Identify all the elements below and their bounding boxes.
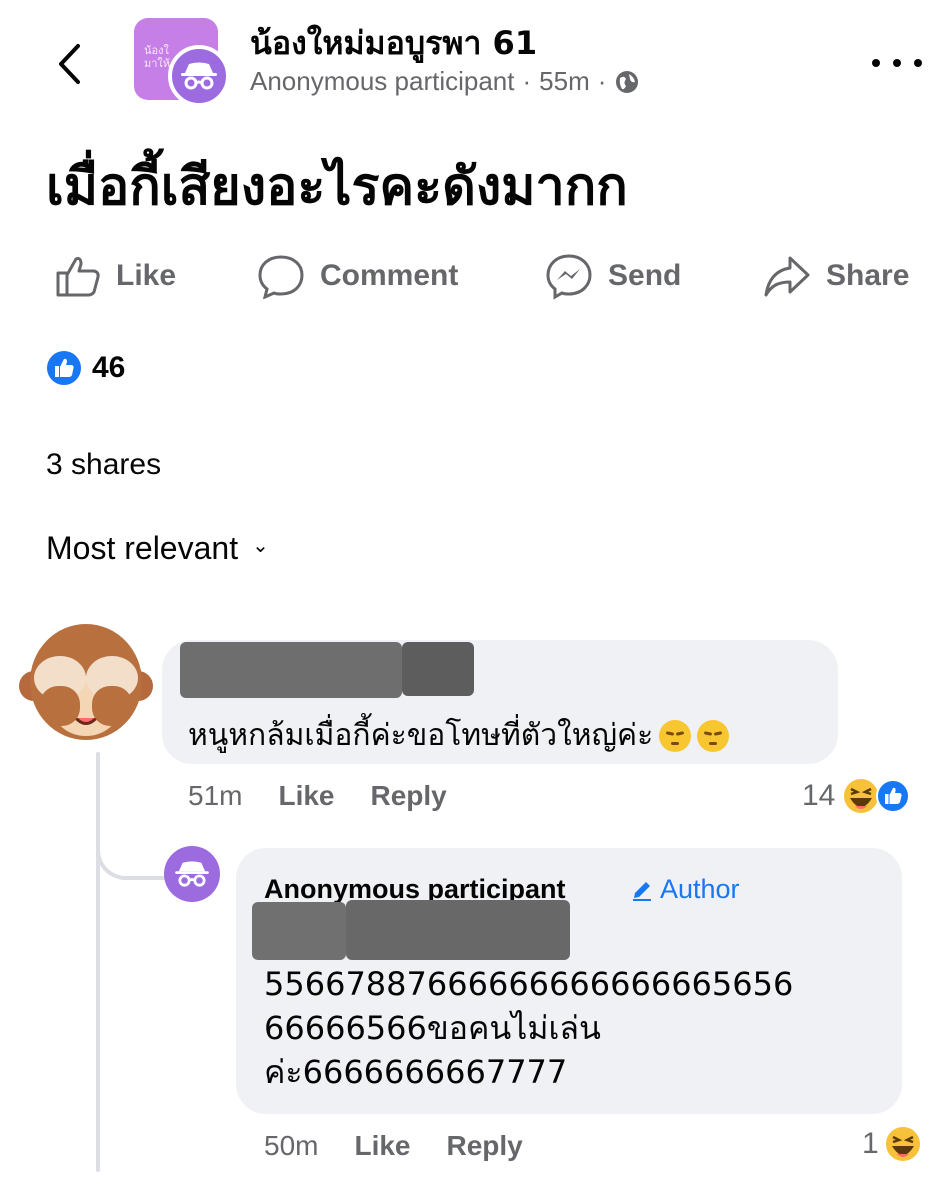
more-dot-icon (872, 59, 880, 67)
comment-text-row: หนูหกล้มเมื่อกี้ค่ะขอโทษที่ตัวใหญ่ค่ะ (188, 712, 730, 759)
back-button[interactable] (46, 34, 92, 94)
group-name[interactable]: น้องใหม่มอบูรพา 61 (250, 18, 537, 69)
more-dot-icon (893, 59, 901, 67)
reply-text-line: ค่ะ6666666667777 (264, 1053, 568, 1091)
share-count[interactable]: 3 shares (46, 448, 161, 482)
more-dot-icon (914, 59, 922, 67)
reply-author-avatar[interactable] (164, 846, 220, 902)
pencil-icon (633, 881, 651, 901)
pensive-face-icon (659, 719, 692, 752)
redacted-text-box (346, 900, 570, 960)
comment-label: Comment (320, 259, 459, 292)
like-button[interactable]: Like (54, 248, 176, 304)
redacted-name-box (180, 642, 402, 698)
pensive-face-icon (697, 719, 730, 752)
redacted-name-box (402, 642, 474, 696)
share-button[interactable]: Share (762, 248, 909, 304)
comment-sort-dropdown[interactable]: Most relevant ⌄ (46, 530, 269, 567)
anonymous-avatar[interactable] (168, 45, 230, 107)
reply-reaction-count: 1 (862, 1127, 879, 1160)
comment-time[interactable]: 51m (188, 780, 242, 812)
like-reaction-icon (876, 779, 911, 813)
send-label: Send (608, 259, 682, 292)
post-time[interactable]: 55m (539, 66, 590, 97)
author-badge-label: Author (660, 874, 740, 904)
chevron-down-icon: ⌄ (252, 535, 269, 557)
reply-connector (96, 832, 166, 880)
meta-separator-2: · (597, 66, 607, 96)
reply-text-line: 66666566ขอคนไม่เล่น (264, 1009, 601, 1047)
messenger-icon (546, 254, 592, 300)
author-badge: Author (630, 874, 740, 905)
comment-bubble-icon (258, 255, 304, 299)
share-arrow-icon (764, 256, 810, 297)
globe-icon (616, 70, 639, 93)
like-reaction-icon (47, 351, 81, 385)
reaction-summary[interactable]: 46 (46, 350, 125, 386)
reply-reply-button[interactable]: Reply (447, 1130, 523, 1162)
thread-line (96, 752, 100, 1172)
comment-actions: 51m Like Reply (188, 780, 447, 812)
share-label: Share (826, 259, 910, 292)
comment-text: หนูหกล้มเมื่อกี้ค่ะขอโทษที่ตัวใหญ่ค่ะ (188, 718, 654, 753)
post-text: เมื่อกี้เสียงอะไรคะดังมากก (46, 157, 628, 217)
redacted-text-box (252, 902, 346, 960)
commenter-avatar[interactable] (14, 612, 158, 756)
reply-actions: 50m Like Reply (264, 1130, 523, 1162)
comment-like-button[interactable]: Like (278, 780, 334, 812)
haha-reaction-icon (883, 1125, 922, 1163)
comment-reaction-count: 14 (802, 779, 836, 812)
comment-reply-button[interactable]: Reply (371, 780, 447, 812)
post-author[interactable]: Anonymous participant (250, 66, 514, 97)
comment-button[interactable]: Comment (256, 248, 458, 304)
like-label: Like (116, 259, 177, 292)
reply-reactions[interactable]: 1 (862, 1124, 923, 1164)
incognito-icon (175, 861, 209, 887)
thumbs-up-icon (56, 257, 100, 297)
post-meta: Anonymous participant · 55m · (250, 66, 640, 97)
reply-time[interactable]: 50m (264, 1130, 318, 1162)
like-count: 46 (92, 351, 126, 384)
chevron-left-icon (59, 44, 80, 84)
incognito-icon (181, 62, 217, 90)
more-options-button[interactable] (872, 48, 922, 78)
send-button[interactable]: Send (544, 248, 681, 304)
reply-text: 55667887666666666666665656 66666566ขอคนไ… (264, 962, 894, 1094)
group-avatar-text: น้องใ มาให้ (144, 44, 171, 70)
reply-like-button[interactable]: Like (354, 1130, 410, 1162)
meta-separator: · (522, 66, 532, 96)
sort-label: Most relevant (46, 530, 239, 566)
see-no-evil-monkey-icon (19, 624, 153, 740)
reply-text-line: 55667887666666666666665656 (264, 965, 794, 1003)
comment-reactions[interactable]: 14 (802, 776, 911, 816)
